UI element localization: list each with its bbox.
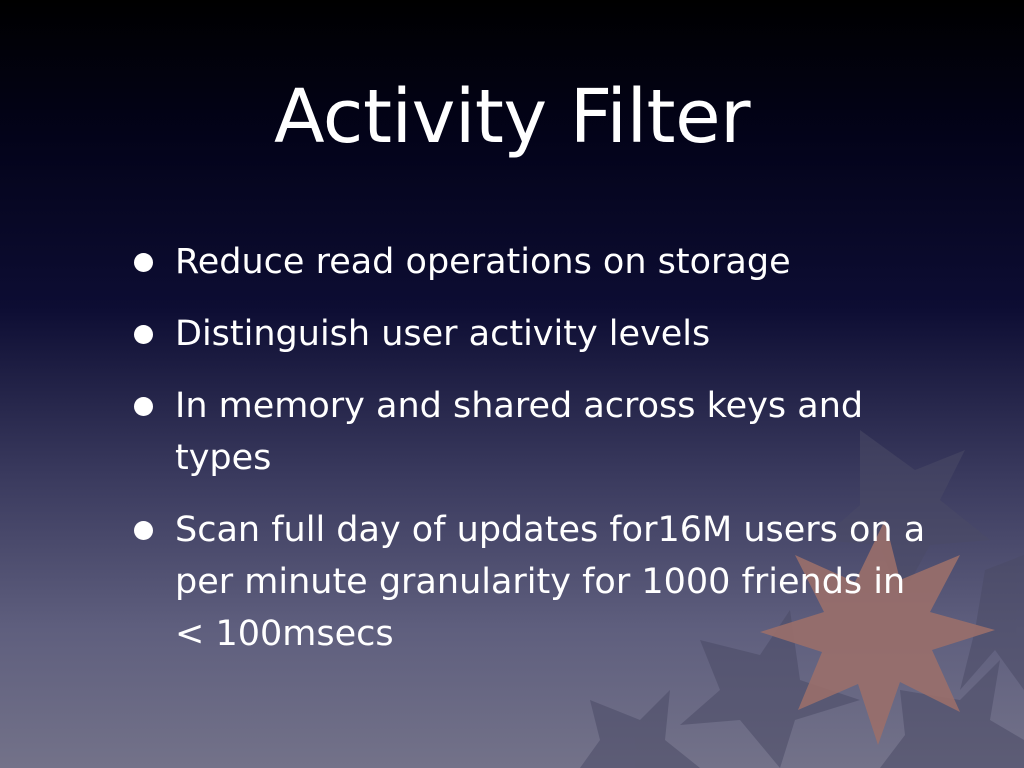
dark-petal [580, 690, 700, 768]
bullet-text: Scan full day of updates for16M users on… [175, 510, 926, 654]
list-item: In memory and shared across keys and typ… [130, 380, 930, 484]
bullet-icon [134, 521, 153, 540]
bullet-list: Reduce read operations on storage Distin… [130, 236, 930, 680]
slide-title: Activity Filter [273, 74, 751, 160]
bullet-icon [134, 397, 153, 416]
bullet-icon [134, 253, 153, 272]
list-item: Distinguish user activity levels [130, 308, 930, 360]
list-item: Reduce read operations on storage [130, 236, 930, 288]
bullet-icon [134, 325, 153, 344]
bullet-text: In memory and shared across keys and typ… [175, 386, 864, 478]
bullet-text: Reduce read operations on storage [175, 242, 791, 282]
bullet-text: Distinguish user activity levels [175, 314, 711, 354]
list-item: Scan full day of updates for16M users on… [130, 504, 930, 660]
